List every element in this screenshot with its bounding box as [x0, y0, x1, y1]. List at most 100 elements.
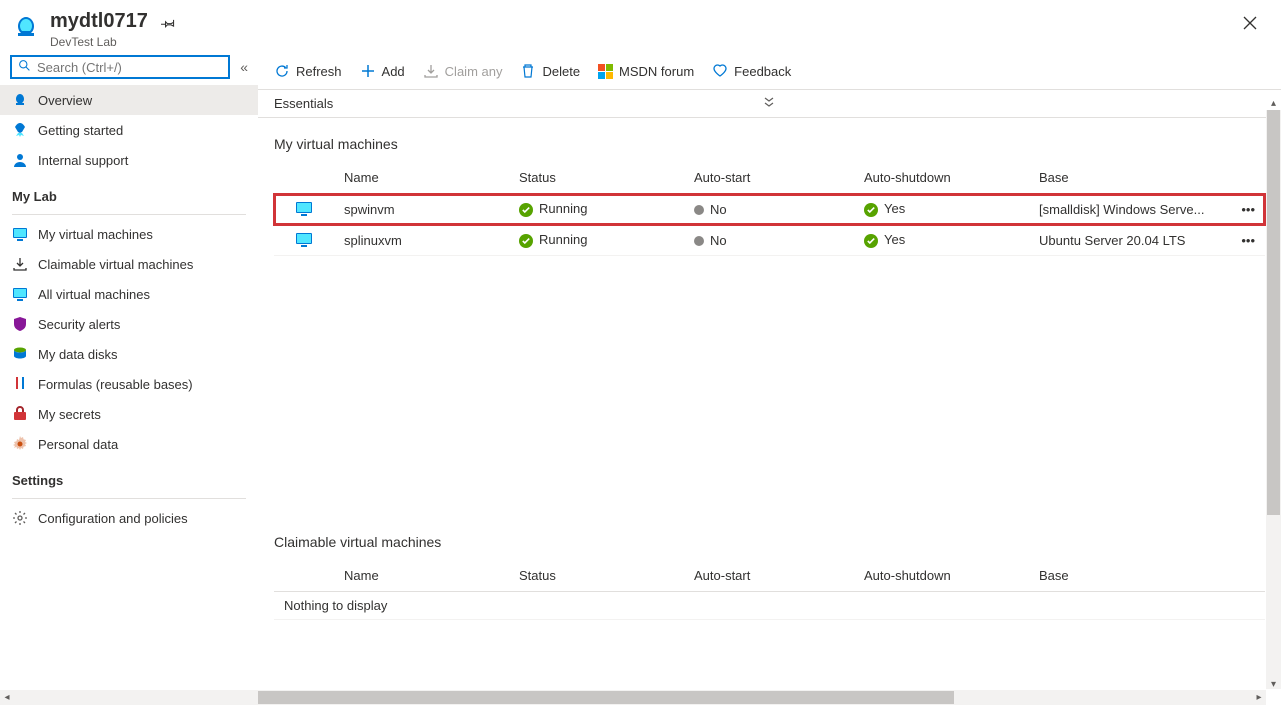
my-vms-table: Name Status Auto-start Auto-shutdown Bas… — [274, 162, 1265, 256]
collapse-sidebar-icon[interactable]: « — [240, 59, 248, 75]
divider — [12, 214, 246, 215]
button-label: Claim any — [445, 64, 503, 79]
devtest-lab-icon — [10, 12, 42, 44]
horizontal-scrollbar[interactable]: ◂ ▸ — [0, 690, 1266, 705]
vm-autostart: No — [684, 225, 854, 256]
msdn-forum-button[interactable]: MSDN forum — [596, 60, 696, 83]
gear-icon — [12, 436, 28, 452]
col-autoshutdown[interactable]: Auto-shutdown — [854, 560, 1029, 592]
vm-base: Ubuntu Server 20.04 LTS — [1029, 225, 1231, 256]
lock-icon — [12, 406, 28, 422]
col-status[interactable]: Status — [509, 162, 684, 194]
sidebar-item-security-alerts[interactable]: Security alerts — [0, 309, 258, 339]
sidebar-item-claimable-vms[interactable]: Claimable virtual machines — [0, 249, 258, 279]
chevron-down-double-icon[interactable] — [333, 96, 1205, 111]
feedback-button[interactable]: Feedback — [710, 59, 793, 83]
heart-icon — [712, 63, 728, 79]
sidebar-item-label: Configuration and policies — [38, 511, 188, 526]
delete-button[interactable]: Delete — [518, 59, 582, 83]
add-button[interactable]: Add — [358, 59, 407, 83]
scroll-left-icon[interactable]: ◂ — [0, 690, 14, 705]
search-icon — [18, 59, 31, 75]
sidebar-item-secrets[interactable]: My secrets — [0, 399, 258, 429]
more-actions-icon[interactable]: ••• — [1231, 225, 1265, 256]
close-icon[interactable] — [1237, 10, 1263, 39]
flask-icon — [12, 376, 28, 392]
col-autostart[interactable]: Auto-start — [684, 162, 854, 194]
table-row[interactable]: splinuxvmRunningNoYesUbuntu Server 20.04… — [274, 225, 1265, 256]
refresh-button[interactable]: Refresh — [272, 59, 344, 83]
vm-status: Running — [509, 225, 684, 256]
sidebar-item-label: Overview — [38, 93, 92, 108]
rocket-icon — [12, 122, 28, 138]
vm-autoshutdown: Yes — [854, 194, 1029, 225]
vm-status: Running — [509, 194, 684, 225]
scroll-thumb[interactable] — [1267, 110, 1280, 515]
col-autostart[interactable]: Auto-start — [684, 560, 854, 592]
sidebar-item-my-vms[interactable]: My virtual machines — [0, 219, 258, 249]
sidebar-item-label: Internal support — [38, 153, 128, 168]
sidebar-item-label: My virtual machines — [38, 227, 153, 242]
person-icon — [12, 152, 28, 168]
sidebar-item-label: Claimable virtual machines — [38, 257, 193, 272]
search-input-wrapper[interactable] — [10, 55, 230, 79]
pin-icon[interactable] — [161, 16, 175, 30]
scroll-right-icon[interactable]: ▸ — [1252, 690, 1266, 705]
essentials-section[interactable]: Essentials — [258, 90, 1281, 118]
more-actions-icon[interactable]: ••• — [1231, 194, 1265, 225]
sidebar-item-overview[interactable]: Overview — [0, 85, 258, 115]
col-name[interactable]: Name — [334, 560, 509, 592]
col-base[interactable]: Base — [1029, 162, 1231, 194]
search-input[interactable] — [37, 60, 222, 75]
button-label: Refresh — [296, 64, 342, 79]
vm-name: splinuxvm — [334, 225, 509, 256]
sidebar-section-mylab: My Lab — [0, 175, 258, 210]
table-row[interactable]: spwinvmRunningNoYes[smalldisk] Windows S… — [274, 194, 1265, 225]
empty-row: Nothing to display — [274, 592, 1265, 620]
sidebar-item-config-policies[interactable]: Configuration and policies — [0, 503, 258, 533]
lab-icon — [12, 92, 28, 108]
refresh-icon — [274, 63, 290, 79]
button-label: Add — [382, 64, 405, 79]
vm-icon — [12, 286, 28, 302]
claimable-vms-table: Name Status Auto-start Auto-shutdown Bas… — [274, 560, 1265, 620]
scroll-down-icon[interactable]: ▾ — [1266, 677, 1281, 691]
vm-name: spwinvm — [334, 194, 509, 225]
sidebar-item-formulas[interactable]: Formulas (reusable bases) — [0, 369, 258, 399]
button-label: MSDN forum — [619, 64, 694, 79]
page-subtitle: DevTest Lab — [50, 35, 175, 49]
trash-icon — [520, 63, 536, 79]
sidebar-item-all-vms[interactable]: All virtual machines — [0, 279, 258, 309]
col-name[interactable]: Name — [334, 162, 509, 194]
scroll-thumb[interactable] — [258, 691, 954, 704]
page-title: mydtl0717 — [50, 10, 148, 33]
my-vms-title: My virtual machines — [258, 118, 1281, 162]
col-status[interactable]: Status — [509, 560, 684, 592]
empty-message: Nothing to display — [274, 592, 1265, 620]
download-icon — [12, 256, 28, 272]
col-base[interactable]: Base — [1029, 560, 1235, 592]
claim-any-button: Claim any — [421, 59, 505, 83]
sidebar-item-label: My secrets — [38, 407, 101, 422]
sidebar-item-label: My data disks — [38, 347, 117, 362]
vm-autoshutdown: Yes — [854, 225, 1029, 256]
sidebar-item-data-disks[interactable]: My data disks — [0, 339, 258, 369]
sidebar-item-personal-data[interactable]: Personal data — [0, 429, 258, 459]
sidebar-item-internal-support[interactable]: Internal support — [0, 145, 258, 175]
download-icon — [423, 63, 439, 79]
sidebar-section-settings: Settings — [0, 459, 258, 494]
vm-autostart: No — [684, 194, 854, 225]
col-autoshutdown[interactable]: Auto-shutdown — [854, 162, 1029, 194]
vm-base: [smalldisk] Windows Serve... — [1029, 194, 1231, 225]
sidebar-item-getting-started[interactable]: Getting started — [0, 115, 258, 145]
vertical-scrollbar[interactable]: ▴ ▾ — [1266, 110, 1281, 689]
button-label: Feedback — [734, 64, 791, 79]
button-label: Delete — [542, 64, 580, 79]
scroll-up-icon[interactable]: ▴ — [1266, 96, 1281, 110]
essentials-label: Essentials — [274, 96, 333, 111]
claimable-vms-title: Claimable virtual machines — [258, 516, 1281, 560]
sidebar-item-label: Formulas (reusable bases) — [38, 377, 193, 392]
divider — [12, 498, 246, 499]
shield-icon — [12, 316, 28, 332]
sidebar-item-label: All virtual machines — [38, 287, 150, 302]
